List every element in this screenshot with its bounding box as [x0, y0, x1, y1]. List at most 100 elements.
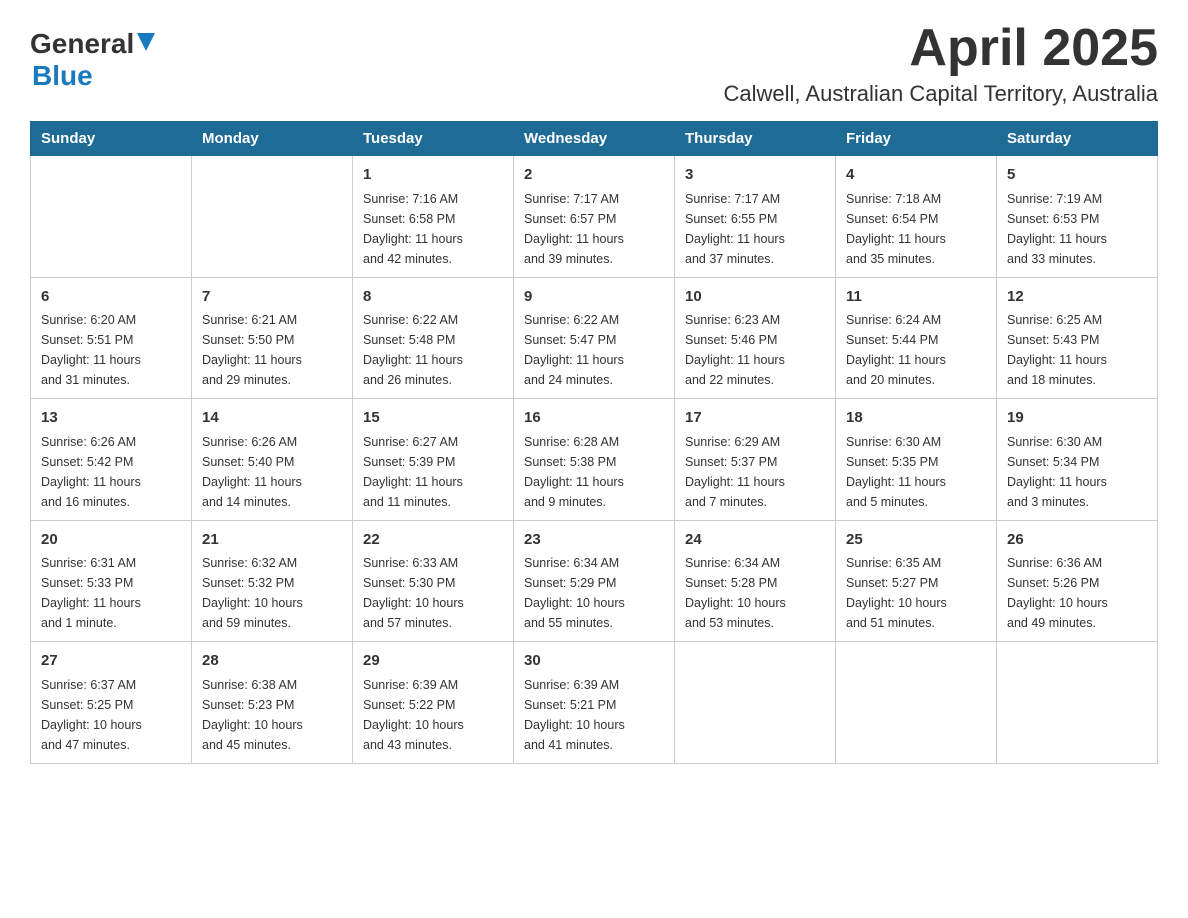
day-info: Sunrise: 7:19 AMSunset: 6:53 PMDaylight:… [1007, 189, 1147, 269]
day-number: 6 [41, 286, 181, 309]
day-number: 14 [202, 407, 342, 430]
day-number: 13 [41, 407, 181, 430]
day-number: 19 [1007, 407, 1147, 430]
day-cell-0-2: 1Sunrise: 7:16 AMSunset: 6:58 PMDaylight… [353, 156, 514, 278]
week-row-3: 13Sunrise: 6:26 AMSunset: 5:42 PMDayligh… [31, 399, 1158, 521]
day-number: 28 [202, 650, 342, 673]
day-cell-2-1: 14Sunrise: 6:26 AMSunset: 5:40 PMDayligh… [192, 399, 353, 521]
day-cell-3-4: 24Sunrise: 6:34 AMSunset: 5:28 PMDayligh… [675, 520, 836, 642]
day-number: 21 [202, 529, 342, 552]
day-info: Sunrise: 6:26 AMSunset: 5:42 PMDaylight:… [41, 432, 181, 512]
day-number: 2 [524, 164, 664, 187]
week-row-2: 6Sunrise: 6:20 AMSunset: 5:51 PMDaylight… [31, 277, 1158, 399]
logo-blue-text: Blue [32, 60, 93, 92]
day-info: Sunrise: 6:34 AMSunset: 5:28 PMDaylight:… [685, 553, 825, 633]
day-info: Sunrise: 7:17 AMSunset: 6:55 PMDaylight:… [685, 189, 825, 269]
day-cell-4-6 [997, 642, 1158, 764]
day-info: Sunrise: 6:21 AMSunset: 5:50 PMDaylight:… [202, 310, 342, 390]
header-friday: Friday [836, 122, 997, 156]
day-cell-0-1 [192, 156, 353, 278]
day-number: 20 [41, 529, 181, 552]
day-cell-1-3: 9Sunrise: 6:22 AMSunset: 5:47 PMDaylight… [514, 277, 675, 399]
day-cell-4-3: 30Sunrise: 6:39 AMSunset: 5:21 PMDayligh… [514, 642, 675, 764]
day-cell-1-5: 11Sunrise: 6:24 AMSunset: 5:44 PMDayligh… [836, 277, 997, 399]
day-cell-1-6: 12Sunrise: 6:25 AMSunset: 5:43 PMDayligh… [997, 277, 1158, 399]
day-cell-2-3: 16Sunrise: 6:28 AMSunset: 5:38 PMDayligh… [514, 399, 675, 521]
day-number: 23 [524, 529, 664, 552]
day-info: Sunrise: 6:29 AMSunset: 5:37 PMDaylight:… [685, 432, 825, 512]
day-cell-3-5: 25Sunrise: 6:35 AMSunset: 5:27 PMDayligh… [836, 520, 997, 642]
day-info: Sunrise: 6:37 AMSunset: 5:25 PMDaylight:… [41, 675, 181, 755]
day-number: 8 [363, 286, 503, 309]
logo-triangle-icon [137, 33, 155, 56]
day-info: Sunrise: 6:36 AMSunset: 5:26 PMDaylight:… [1007, 553, 1147, 633]
day-info: Sunrise: 6:38 AMSunset: 5:23 PMDaylight:… [202, 675, 342, 755]
day-cell-2-2: 15Sunrise: 6:27 AMSunset: 5:39 PMDayligh… [353, 399, 514, 521]
day-cell-3-3: 23Sunrise: 6:34 AMSunset: 5:29 PMDayligh… [514, 520, 675, 642]
day-cell-1-1: 7Sunrise: 6:21 AMSunset: 5:50 PMDaylight… [192, 277, 353, 399]
day-number: 22 [363, 529, 503, 552]
day-cell-3-0: 20Sunrise: 6:31 AMSunset: 5:33 PMDayligh… [31, 520, 192, 642]
header-wednesday: Wednesday [514, 122, 675, 156]
day-number: 15 [363, 407, 503, 430]
day-info: Sunrise: 7:16 AMSunset: 6:58 PMDaylight:… [363, 189, 503, 269]
day-cell-4-5 [836, 642, 997, 764]
day-number: 29 [363, 650, 503, 673]
title-block: April 2025 Calwell, Australian Capital T… [724, 20, 1158, 107]
day-cell-4-4 [675, 642, 836, 764]
day-number: 24 [685, 529, 825, 552]
day-info: Sunrise: 6:39 AMSunset: 5:21 PMDaylight:… [524, 675, 664, 755]
day-info: Sunrise: 6:27 AMSunset: 5:39 PMDaylight:… [363, 432, 503, 512]
logo-general-line: General [30, 28, 155, 60]
day-info: Sunrise: 6:31 AMSunset: 5:33 PMDaylight:… [41, 553, 181, 633]
day-info: Sunrise: 6:33 AMSunset: 5:30 PMDaylight:… [363, 553, 503, 633]
day-number: 27 [41, 650, 181, 673]
day-cell-1-4: 10Sunrise: 6:23 AMSunset: 5:46 PMDayligh… [675, 277, 836, 399]
day-number: 9 [524, 286, 664, 309]
day-cell-4-0: 27Sunrise: 6:37 AMSunset: 5:25 PMDayligh… [31, 642, 192, 764]
header-tuesday: Tuesday [353, 122, 514, 156]
day-info: Sunrise: 6:35 AMSunset: 5:27 PMDaylight:… [846, 553, 986, 633]
day-info: Sunrise: 6:28 AMSunset: 5:38 PMDaylight:… [524, 432, 664, 512]
day-info: Sunrise: 6:34 AMSunset: 5:29 PMDaylight:… [524, 553, 664, 633]
day-number: 26 [1007, 529, 1147, 552]
week-row-1: 1Sunrise: 7:16 AMSunset: 6:58 PMDaylight… [31, 156, 1158, 278]
day-cell-3-6: 26Sunrise: 6:36 AMSunset: 5:26 PMDayligh… [997, 520, 1158, 642]
day-number: 5 [1007, 164, 1147, 187]
logo: General Blue [30, 20, 155, 92]
day-info: Sunrise: 6:30 AMSunset: 5:35 PMDaylight:… [846, 432, 986, 512]
header-sunday: Sunday [31, 122, 192, 156]
day-cell-3-1: 21Sunrise: 6:32 AMSunset: 5:32 PMDayligh… [192, 520, 353, 642]
day-number: 10 [685, 286, 825, 309]
day-number: 30 [524, 650, 664, 673]
day-number: 18 [846, 407, 986, 430]
day-number: 25 [846, 529, 986, 552]
day-cell-2-6: 19Sunrise: 6:30 AMSunset: 5:34 PMDayligh… [997, 399, 1158, 521]
day-cell-0-0 [31, 156, 192, 278]
day-info: Sunrise: 7:18 AMSunset: 6:54 PMDaylight:… [846, 189, 986, 269]
day-cell-2-0: 13Sunrise: 6:26 AMSunset: 5:42 PMDayligh… [31, 399, 192, 521]
day-cell-0-5: 4Sunrise: 7:18 AMSunset: 6:54 PMDaylight… [836, 156, 997, 278]
header-saturday: Saturday [997, 122, 1158, 156]
day-cell-0-3: 2Sunrise: 7:17 AMSunset: 6:57 PMDaylight… [514, 156, 675, 278]
calendar-table: SundayMondayTuesdayWednesdayThursdayFrid… [30, 121, 1158, 764]
day-cell-0-6: 5Sunrise: 7:19 AMSunset: 6:53 PMDaylight… [997, 156, 1158, 278]
day-number: 4 [846, 164, 986, 187]
day-info: Sunrise: 6:22 AMSunset: 5:47 PMDaylight:… [524, 310, 664, 390]
day-info: Sunrise: 6:39 AMSunset: 5:22 PMDaylight:… [363, 675, 503, 755]
day-cell-4-2: 29Sunrise: 6:39 AMSunset: 5:22 PMDayligh… [353, 642, 514, 764]
day-cell-3-2: 22Sunrise: 6:33 AMSunset: 5:30 PMDayligh… [353, 520, 514, 642]
day-info: Sunrise: 6:22 AMSunset: 5:48 PMDaylight:… [363, 310, 503, 390]
day-info: Sunrise: 7:17 AMSunset: 6:57 PMDaylight:… [524, 189, 664, 269]
day-number: 3 [685, 164, 825, 187]
logo-general-text: General [30, 28, 134, 60]
day-cell-2-5: 18Sunrise: 6:30 AMSunset: 5:35 PMDayligh… [836, 399, 997, 521]
day-cell-1-0: 6Sunrise: 6:20 AMSunset: 5:51 PMDaylight… [31, 277, 192, 399]
day-info: Sunrise: 6:26 AMSunset: 5:40 PMDaylight:… [202, 432, 342, 512]
day-info: Sunrise: 6:25 AMSunset: 5:43 PMDaylight:… [1007, 310, 1147, 390]
day-info: Sunrise: 6:24 AMSunset: 5:44 PMDaylight:… [846, 310, 986, 390]
day-number: 17 [685, 407, 825, 430]
location-subtitle: Calwell, Australian Capital Territory, A… [724, 81, 1158, 107]
week-row-5: 27Sunrise: 6:37 AMSunset: 5:25 PMDayligh… [31, 642, 1158, 764]
day-number: 7 [202, 286, 342, 309]
